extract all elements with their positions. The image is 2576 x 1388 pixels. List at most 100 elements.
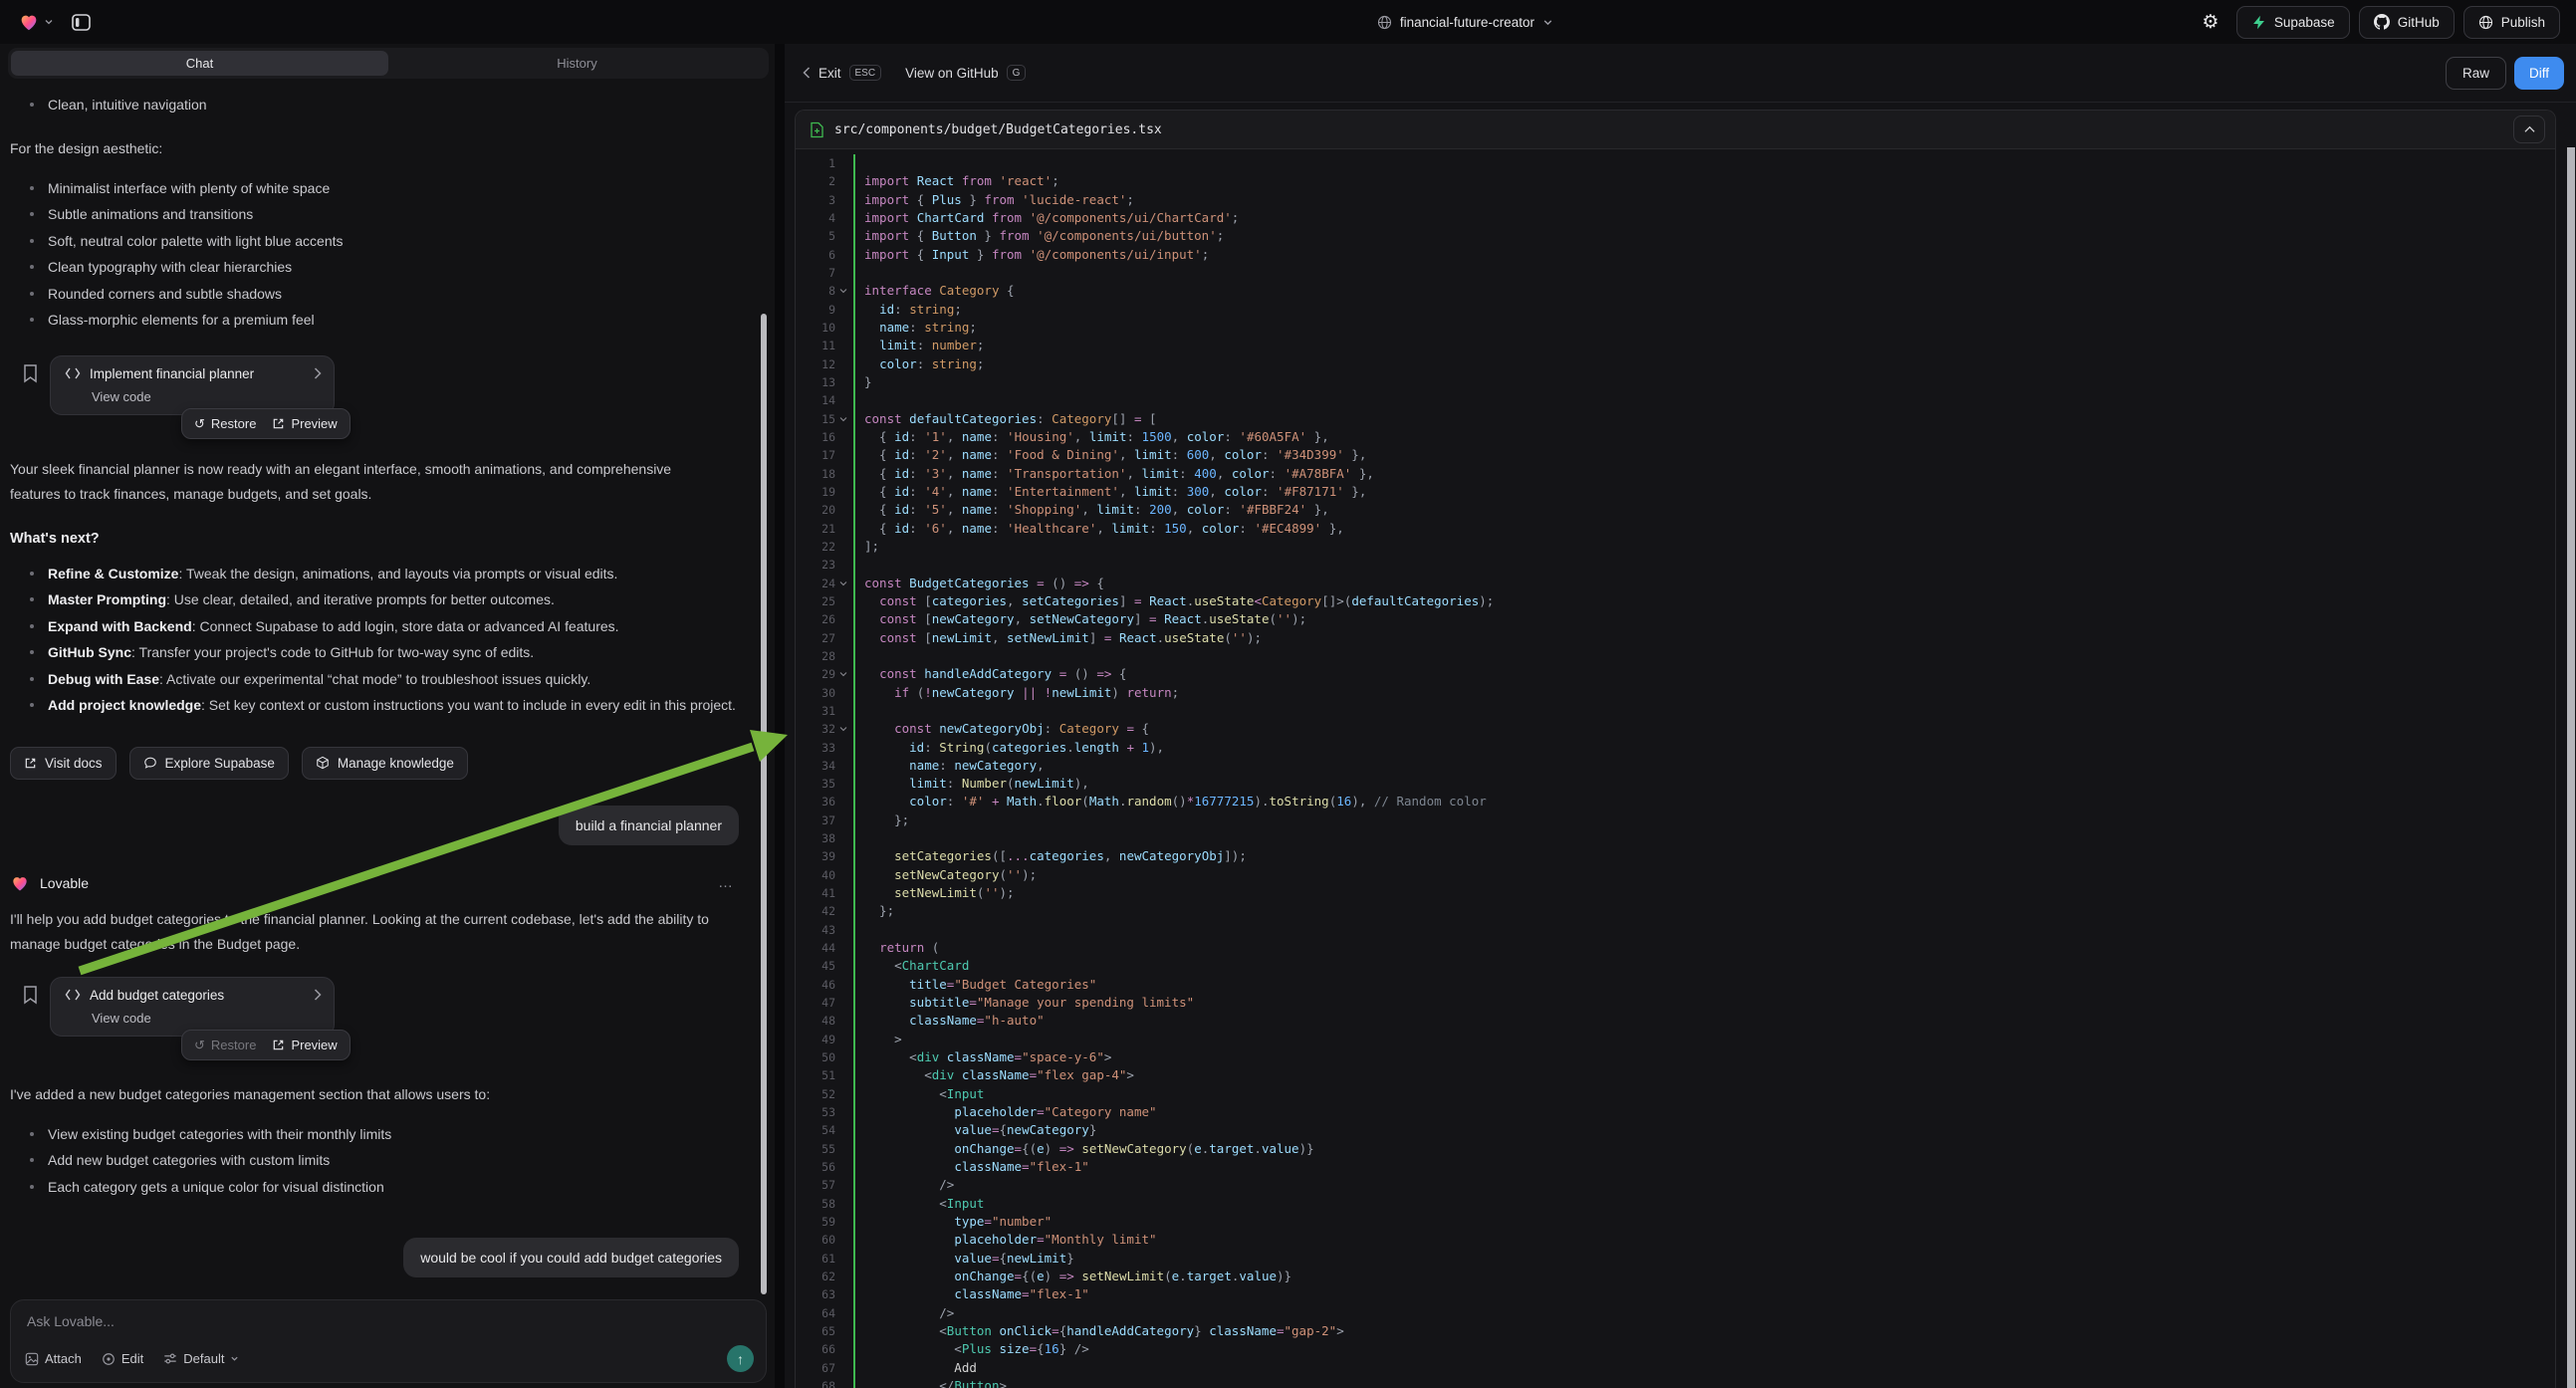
fold-gutter	[835, 227, 850, 245]
view-code-link[interactable]: View code	[92, 389, 322, 404]
version-card-implement-financial-planner[interactable]: Implement financial planner View code	[50, 355, 335, 415]
bullet-dot	[30, 650, 34, 654]
raw-toggle-button[interactable]: Raw	[2446, 57, 2506, 90]
external-link-icon	[272, 1039, 285, 1051]
chat-scrollbar[interactable]	[761, 314, 767, 1294]
attach-button[interactable]: Attach	[25, 1351, 82, 1366]
code-line: 62 onChange={(e) => setNewLimit(e.target…	[796, 1268, 2555, 1285]
message-menu-button[interactable]: …	[718, 874, 735, 891]
line-number: 22	[796, 538, 835, 556]
line-number: 19	[796, 483, 835, 501]
restore-preview-toolbar: ↺Restore Preview	[181, 1030, 351, 1060]
suggestion-buttons: Visit docs Explore Supabase Manage knowl…	[10, 747, 753, 780]
fold-gutter	[835, 610, 850, 628]
code-line: 37 };	[796, 811, 2555, 829]
github-button[interactable]: GitHub	[2359, 6, 2455, 39]
mode-selector[interactable]: Default	[163, 1351, 239, 1366]
collapse-file-button[interactable]	[2513, 116, 2545, 143]
project-title: financial-future-creator	[1400, 15, 1534, 30]
exit-button[interactable]: Exit ESC	[803, 65, 881, 81]
list-item: Rounded corners and subtle shadows	[10, 281, 753, 308]
line-number: 59	[796, 1213, 835, 1231]
explore-supabase-button[interactable]: Explore Supabase	[129, 747, 289, 780]
fold-chevron-icon[interactable]	[835, 665, 850, 683]
code-line: 61 value={newLimit}	[796, 1250, 2555, 1268]
assistant-name: Lovable	[40, 875, 89, 891]
bookmark-icon[interactable]	[22, 985, 39, 1005]
fold-gutter	[835, 939, 850, 957]
version-card-wrap: Implement financial planner View code ↺R…	[10, 355, 753, 439]
code-line: 48 className="h-auto"	[796, 1012, 2555, 1030]
code-scrollbar[interactable]	[2567, 147, 2575, 1388]
arrow-up-icon: ↑	[737, 1351, 744, 1367]
line-number: 68	[796, 1377, 835, 1388]
publish-button[interactable]: Publish	[2463, 6, 2560, 39]
bullet-dot	[30, 212, 34, 216]
code-line: 36 color: '#' + Math.floor(Math.random()…	[796, 793, 2555, 810]
code-line: 19 { id: '4', name: 'Entertainment', lim…	[796, 483, 2555, 501]
line-number: 37	[796, 811, 835, 829]
visit-docs-button[interactable]: Visit docs	[10, 747, 117, 780]
fold-gutter	[835, 538, 850, 556]
diff-toggle-button[interactable]: Diff	[2514, 57, 2564, 90]
send-button[interactable]: ↑	[727, 1345, 754, 1372]
edit-button[interactable]: Edit	[102, 1351, 143, 1366]
restore-button[interactable]: ↺Restore	[194, 1038, 256, 1052]
code-line: 63 className="flex-1"	[796, 1285, 2555, 1303]
line-number: 52	[796, 1085, 835, 1103]
bullet-dot	[30, 1185, 34, 1189]
manage-knowledge-button[interactable]: Manage knowledge	[302, 747, 468, 780]
restore-button[interactable]: ↺Restore	[194, 416, 256, 431]
preview-button[interactable]: Preview	[272, 416, 337, 431]
code-line: 60 placeholder="Monthly limit"	[796, 1231, 2555, 1249]
settings-button[interactable]: ⚙	[2194, 6, 2227, 38]
fold-gutter	[835, 793, 850, 810]
code-line: 7	[796, 264, 2555, 282]
code-editor: 12import React from 'react';3import { Pl…	[796, 149, 2555, 1388]
code-header: Exit ESC View on GitHub G Raw Diff	[785, 44, 2576, 103]
fold-chevron-icon[interactable]	[835, 720, 850, 738]
top-bar: financial-future-creator ⚙ Supabase GitH…	[0, 0, 2576, 44]
bullet-dot	[30, 624, 34, 628]
fold-gutter	[835, 1268, 850, 1285]
line-number: 16	[796, 428, 835, 446]
fold-chevron-icon[interactable]	[835, 410, 850, 428]
tab-chat[interactable]: Chat	[11, 51, 388, 76]
line-number: 65	[796, 1322, 835, 1340]
project-switcher[interactable]: financial-future-creator	[737, 15, 2194, 30]
code-line: 13}	[796, 373, 2555, 391]
line-number: 33	[796, 739, 835, 757]
line-number: 38	[796, 829, 835, 847]
bullet-dot	[30, 186, 34, 190]
version-card-add-budget-categories[interactable]: Add budget categories View code	[50, 977, 335, 1037]
sidebar-toggle-button[interactable]	[64, 6, 98, 38]
external-link-icon	[272, 417, 285, 430]
bookmark-icon[interactable]	[22, 363, 39, 383]
preview-button[interactable]: Preview	[272, 1038, 337, 1052]
code-line: 11 limit: number;	[796, 337, 2555, 354]
code-line: 51 <div className="flex gap-4">	[796, 1066, 2555, 1084]
code-line: 42 };	[796, 902, 2555, 920]
lovable-logo-icon[interactable]	[18, 11, 54, 33]
fold-gutter	[835, 1250, 850, 1268]
line-number: 4	[796, 209, 835, 227]
supabase-button[interactable]: Supabase	[2236, 6, 2350, 39]
chat-messages: Clean, intuitive navigation For the desi…	[0, 86, 775, 1300]
fold-gutter	[835, 428, 850, 446]
chat-input[interactable]: Ask Lovable...	[27, 1313, 752, 1329]
code-line: 35 limit: Number(newLimit),	[796, 775, 2555, 793]
line-number: 44	[796, 939, 835, 957]
view-code-link[interactable]: View code	[92, 1011, 322, 1026]
line-number: 36	[796, 793, 835, 810]
line-number: 24	[796, 575, 835, 592]
fold-gutter	[835, 647, 850, 665]
line-number: 56	[796, 1158, 835, 1176]
view-on-github-button[interactable]: View on GitHub G	[905, 65, 1026, 81]
file-path-bar[interactable]: src/components/budget/BudgetCategories.t…	[796, 111, 2555, 149]
tab-history[interactable]: History	[388, 51, 766, 76]
restore-preview-toolbar: ↺Restore Preview	[181, 408, 351, 439]
line-number: 55	[796, 1140, 835, 1158]
fold-gutter	[835, 884, 850, 902]
fold-chevron-icon[interactable]	[835, 282, 850, 300]
fold-chevron-icon[interactable]	[835, 575, 850, 592]
